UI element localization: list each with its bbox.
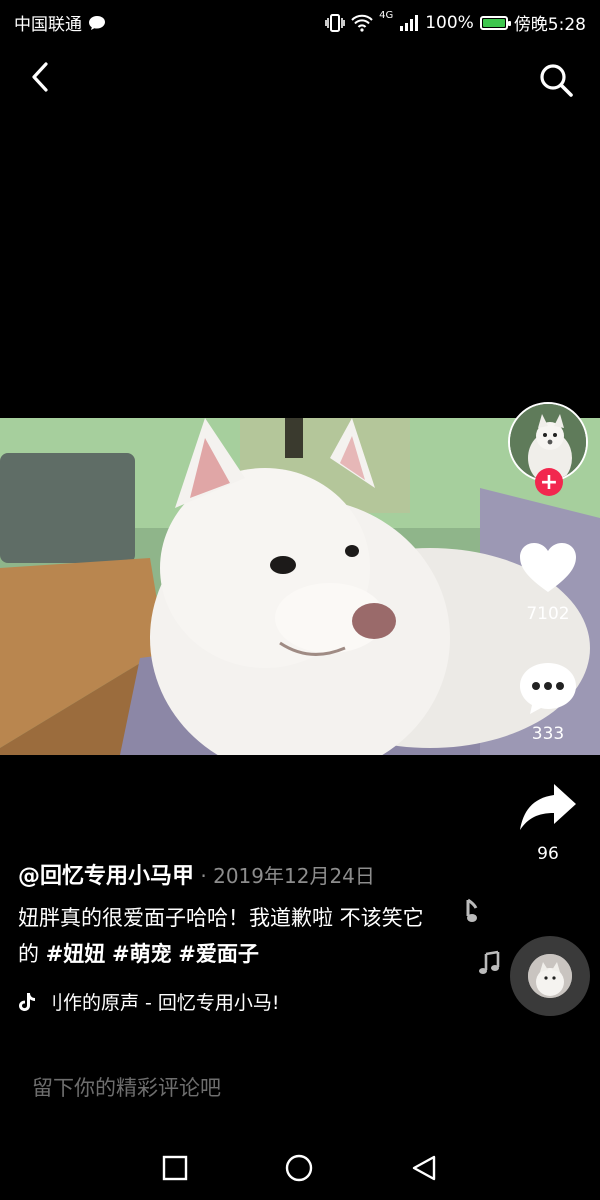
- message-icon: [89, 15, 105, 30]
- author-name[interactable]: @回忆专用小马甲: [18, 864, 194, 889]
- share-count: 96: [537, 844, 559, 864]
- like-count: 7102: [526, 604, 570, 624]
- author-line: @回忆专用小马甲 · 2019年12月24日: [18, 858, 375, 890]
- music-disc[interactable]: [510, 936, 590, 1016]
- video-description: 妞胖真的很爱面子哈哈！我道歉啦 不该笑它的 #妞妞 #萌宠 #爱面子: [18, 900, 438, 972]
- status-bar-right: 4G 100% 傍晚5:28: [325, 10, 586, 35]
- post-date: 2019年12月24日: [213, 864, 375, 888]
- heart-icon: [520, 543, 576, 592]
- comment-count: 333: [531, 724, 565, 744]
- wifi-icon: [351, 14, 373, 32]
- follow-button[interactable]: +: [535, 468, 563, 496]
- music-title: 刂作的原声 - 回忆专用小马!: [44, 992, 280, 1014]
- hashtag[interactable]: #爱面子: [178, 942, 259, 966]
- tiktok-icon: [19, 992, 35, 1011]
- disc-cover-image: [528, 954, 572, 998]
- comment-button[interactable]: 333: [518, 660, 578, 744]
- network-type: 4G: [379, 10, 394, 21]
- music-note-icon: [466, 898, 478, 922]
- music-note-icon: [479, 950, 500, 974]
- battery-icon: [479, 15, 511, 30]
- carrier-label: 中国联通: [14, 15, 82, 35]
- triangle-icon[interactable]: [410, 1154, 438, 1182]
- circle-icon[interactable]: [284, 1153, 314, 1183]
- music-info[interactable]: 刂作的原声 - 回忆专用小马!: [18, 988, 280, 1015]
- share-button[interactable]: 96: [518, 780, 578, 864]
- status-bar-left: 中国联通: [14, 10, 106, 35]
- clock: 傍晚5:28: [513, 15, 586, 35]
- back-icon[interactable]: [24, 60, 58, 94]
- battery-percent: 100%: [425, 12, 474, 33]
- hashtag[interactable]: #妞妞: [46, 942, 106, 966]
- comment-icon: [520, 663, 576, 714]
- comment-input[interactable]: 留下你的精彩评论吧: [32, 1072, 221, 1102]
- vibrate-icon: [325, 13, 345, 32]
- square-icon[interactable]: [162, 1155, 188, 1181]
- signal-icon: [400, 14, 419, 31]
- hashtag[interactable]: #萌宠: [112, 942, 172, 966]
- like-button[interactable]: 7102: [518, 540, 578, 624]
- search-icon[interactable]: [536, 60, 576, 100]
- share-icon: [520, 784, 576, 830]
- date-separator: ·: [194, 864, 214, 888]
- system-nav-bar: [0, 1140, 600, 1196]
